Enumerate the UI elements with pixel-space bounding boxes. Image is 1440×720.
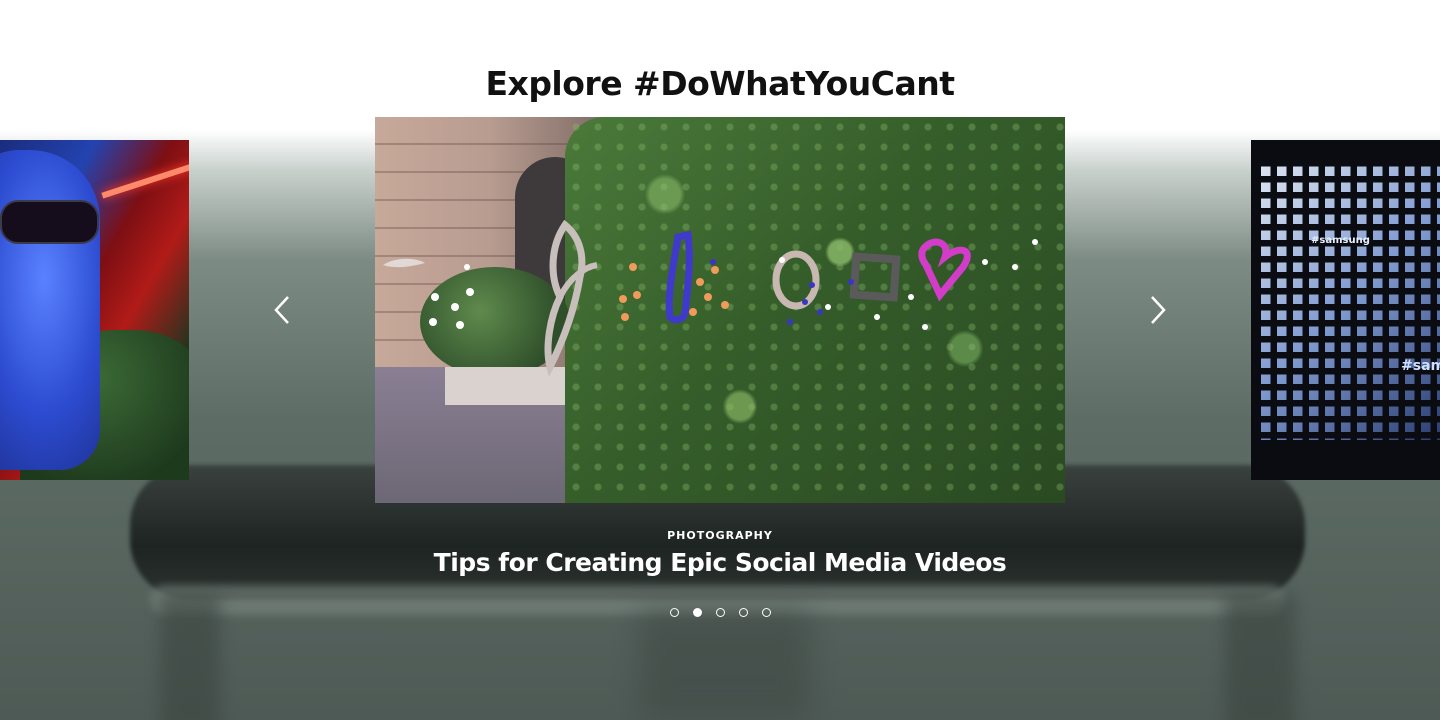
slide-image-neon-light	[101, 163, 189, 199]
carousel-pagination	[0, 608, 1440, 617]
chevron-left-icon	[274, 296, 289, 324]
slide-preview-next[interactable]: #samsung #sam	[1251, 140, 1440, 480]
doodle-square	[849, 252, 901, 302]
slide-image-hashtag: #sam	[1401, 358, 1440, 374]
doodle-leaf	[544, 219, 586, 378]
slide-preview-previous[interactable]	[0, 140, 189, 480]
pagination-dot[interactable]	[692, 608, 702, 617]
section-heading: Explore #DoWhatYouCant	[485, 64, 955, 103]
slide-image-person	[0, 150, 100, 470]
pagination-dot[interactable]	[669, 608, 679, 617]
doodle-blue-stroke	[665, 230, 693, 324]
carousel-prev-button[interactable]	[266, 293, 298, 327]
slide-image-hashtag-small: #samsung	[1311, 235, 1370, 246]
carousel-next-button[interactable]	[1142, 293, 1174, 327]
slide-current-image[interactable]	[375, 117, 1065, 503]
explore-carousel-section: Explore #DoWhatYouCant #samsung #sam PHO…	[0, 0, 1440, 720]
doodle-cloud	[383, 258, 425, 268]
slide-image-sunglasses	[0, 200, 99, 244]
slide-category: PHOTOGRAPHY	[667, 529, 773, 542]
slide-image-screen-wall	[1261, 160, 1440, 440]
slide-image-ar-doodles	[383, 219, 1038, 378]
pagination-dot[interactable]	[738, 608, 748, 617]
pagination-dot[interactable]	[715, 608, 725, 617]
pagination-dot[interactable]	[761, 608, 771, 617]
background-shadow-center	[640, 610, 810, 720]
doodle-heart	[918, 238, 971, 302]
slide-title[interactable]: Tips for Creating Epic Social Media Vide…	[0, 548, 1440, 577]
chevron-right-icon	[1151, 296, 1166, 324]
